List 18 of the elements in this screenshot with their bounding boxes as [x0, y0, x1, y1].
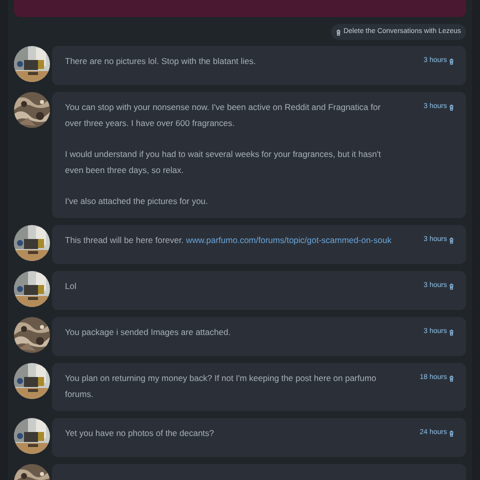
trash-icon [449, 104, 454, 110]
trash-icon [449, 282, 454, 290]
message-text: You can stop with your nonsense now. I've been active on Reddit and Fragnatica for over three years. I have over 600 fragrances. [65, 101, 382, 130]
message-text: There are no pictures lol. Stop with the blatant lies. [65, 55, 257, 68]
trash-icon [449, 236, 454, 244]
message-text: I would understand if you had to wait several weeks for your fragrances, but it hasn't even been three days, so relax. [65, 148, 382, 177]
trash-icon [449, 430, 454, 436]
trash-icon [449, 328, 454, 336]
message-text: This thread will be here forever. www.parfumo.com/forums/topic/got-scammed-on-souk [65, 234, 392, 247]
message-text: Yet you have no photos of the decants? [65, 427, 216, 440]
message-text: You package i sended Images are attached. [65, 326, 232, 339]
trash-icon [449, 58, 454, 64]
message-text: You plan on returning my money back? If not I'm keeping the post here on parfumo forums. [65, 372, 378, 401]
trash-icon [336, 28, 342, 36]
message-text: Lol [65, 280, 78, 293]
trash-icon [449, 374, 454, 382]
message-text: I've also attached the pictures for you. [65, 195, 209, 208]
thread-link[interactable]: www.parfumo.com/forums/topic/got-scammed-on-souk [186, 235, 392, 245]
